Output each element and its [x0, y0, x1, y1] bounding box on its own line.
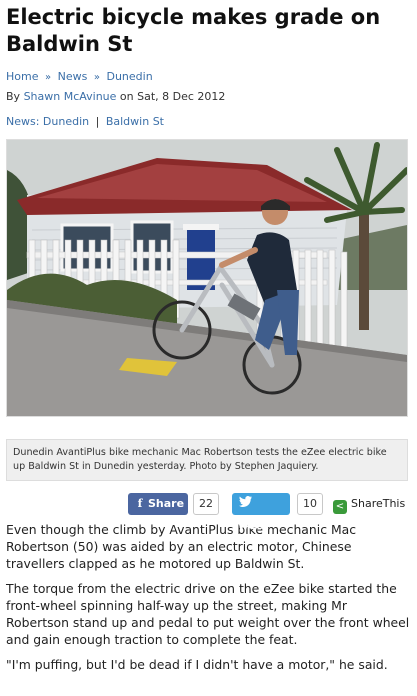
sharethis-button[interactable]: < ShareThis: [333, 493, 405, 515]
category-separator: |: [95, 115, 100, 128]
article-paragraph: "I'm puffing, but I'd be dead if I didn'…: [6, 657, 388, 672]
breadcrumb-home-link[interactable]: Home: [6, 70, 38, 83]
breadcrumb: Home » News » Dunedin: [6, 68, 411, 86]
twitter-tweet-label: Tweet: [232, 519, 269, 532]
category-news-dunedin-link[interactable]: News: Dunedin: [6, 115, 89, 128]
author-link[interactable]: Shawn McAvinue: [24, 90, 117, 103]
breadcrumb-news-link[interactable]: News: [58, 70, 88, 83]
article-title: Electric bicycle makes grade on Baldwin …: [6, 5, 381, 56]
article-paragraph: The torque from the electric drive on th…: [6, 581, 410, 647]
sharethis-label: ShareThis: [351, 497, 406, 510]
twitter-tweet-count: 10: [297, 493, 323, 515]
facebook-share-label: Share: [148, 497, 185, 510]
article-paragraph: Even though the climb by AvantiPlus bike…: [6, 522, 357, 571]
facebook-share-count: 22: [193, 493, 219, 515]
article-photo: [6, 139, 408, 417]
share-bar: f Share 22 Tweet 10 < ShareThis: [0, 493, 417, 532]
category-links: News: Dunedin | Baldwin St: [6, 113, 411, 131]
sharethis-icon: <: [333, 500, 347, 514]
breadcrumb-dunedin-link[interactable]: Dunedin: [106, 70, 152, 83]
facebook-icon: f: [137, 497, 143, 510]
double-chevron-icon: »: [93, 72, 100, 83]
article-body: Even though the climb by AvantiPlus bike…: [0, 521, 417, 673]
twitter-bird-icon: [239, 493, 252, 515]
publish-date: on Sat, 8 Dec 2012: [119, 90, 226, 103]
byline-prefix: By: [6, 90, 21, 103]
photo-caption: Dunedin AvantiPlus bike mechanic Mac Rob…: [6, 439, 408, 481]
twitter-tweet-button[interactable]: Tweet: [232, 493, 290, 532]
double-chevron-icon: »: [44, 72, 52, 83]
category-baldwin-st-link[interactable]: Baldwin St: [106, 115, 164, 128]
byline: By Shawn McAvinue on Sat, 8 Dec 2012: [6, 88, 411, 106]
facebook-share-button[interactable]: f Share: [128, 493, 188, 515]
